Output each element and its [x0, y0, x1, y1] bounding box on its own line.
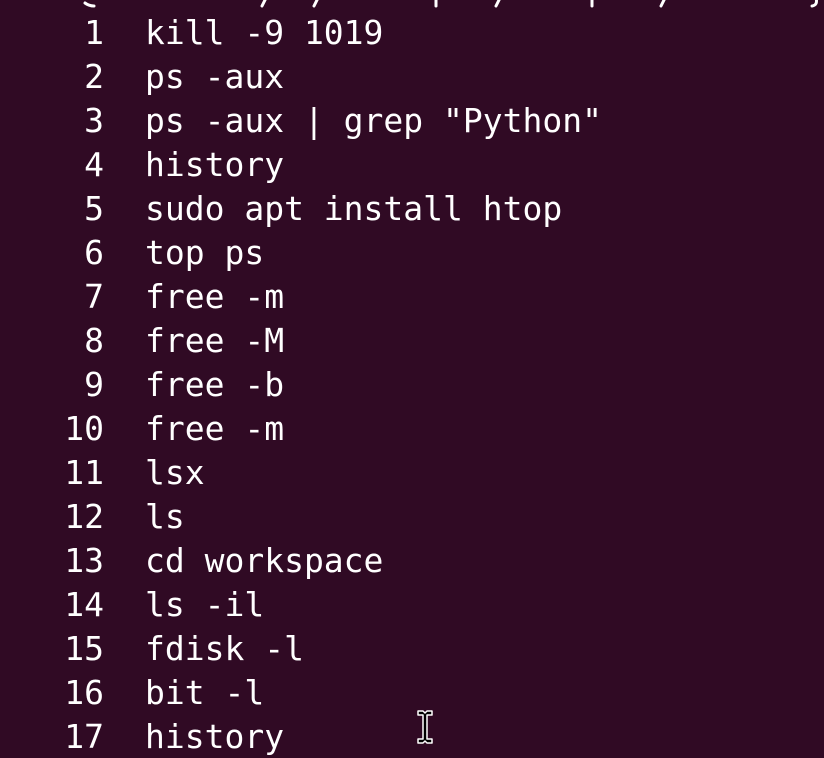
history-line-number: 10 — [64, 409, 104, 448]
history-command: free -b — [145, 365, 285, 404]
history-entry: 17 history — [0, 715, 824, 758]
history-entry: 9 free -b — [0, 363, 824, 407]
history-command: history — [145, 717, 285, 756]
history-line-number: 14 — [64, 585, 104, 624]
history-line-number: 6 — [84, 233, 104, 272]
history-command: cd workspace — [145, 541, 384, 580]
history-line-number: 15 — [64, 629, 104, 668]
history-line-number: 5 — [84, 189, 104, 228]
history-command: ps -aux — [145, 57, 285, 96]
history-command: sudo apt install htop — [145, 189, 563, 228]
history-line-number: 9 — [84, 365, 104, 404]
history-entry: 14 ls -il — [0, 583, 824, 627]
history-command: history — [145, 145, 285, 184]
history-line-number: 17 — [64, 717, 104, 756]
history-command: kill -9 1019 — [145, 13, 384, 52]
clipped-glyph-tails — [83, 0, 818, 8]
history-line-number: 4 — [84, 145, 104, 184]
command-history-list: 1 kill -9 1019 2 ps -aux 3 ps -aux | grep "… — [0, 11, 824, 758]
history-entry: 12 ls — [0, 495, 824, 539]
history-entry: 10 free -m — [0, 407, 824, 451]
terminal-window[interactable]: 1 kill -9 1019 2 ps -aux 3 ps -aux | grep "… — [0, 0, 824, 758]
history-command: fdisk -l — [145, 629, 304, 668]
history-entry: 4 history — [0, 143, 824, 187]
history-entry: 15 fdisk -l — [0, 627, 824, 671]
history-entry: 2 ps -aux — [0, 55, 824, 99]
history-entry: 3 ps -aux | grep "Python" — [0, 99, 824, 143]
history-entry: 6 top ps — [0, 231, 824, 275]
history-line-number: 16 — [64, 673, 104, 712]
history-command: free -m — [145, 277, 285, 316]
history-command: free -m — [145, 409, 285, 448]
clipped-previous-line — [0, 0, 824, 8]
history-command: free -M — [145, 321, 285, 360]
history-line-number: 1 — [84, 13, 104, 52]
history-entry: 13 cd workspace — [0, 539, 824, 583]
history-line-number: 11 — [64, 453, 104, 492]
history-entry: 8 free -M — [0, 319, 824, 363]
history-line-number: 8 — [84, 321, 104, 360]
history-command: ps -aux | grep "Python" — [145, 101, 602, 140]
history-line-number: 7 — [84, 277, 104, 316]
i-beam-cursor-icon — [416, 709, 434, 745]
history-command: lsx — [145, 453, 205, 492]
history-command: top ps — [145, 233, 265, 272]
history-line-number: 13 — [64, 541, 104, 580]
history-entry: 5 sudo apt install htop — [0, 187, 824, 231]
history-command: bit -l — [145, 673, 265, 712]
history-line-number: 2 — [84, 57, 104, 96]
history-command: ls — [145, 497, 185, 536]
history-entry: 16 bit -l — [0, 671, 824, 715]
history-entry: 11 lsx — [0, 451, 824, 495]
history-entry: 1 kill -9 1019 — [0, 11, 824, 55]
history-command: ls -il — [145, 585, 265, 624]
history-entry: 7 free -m — [0, 275, 824, 319]
history-line-number: 3 — [84, 101, 104, 140]
history-line-number: 12 — [64, 497, 104, 536]
